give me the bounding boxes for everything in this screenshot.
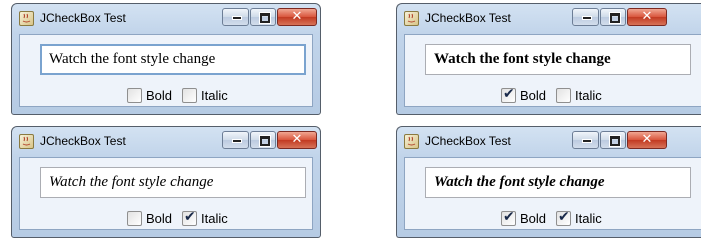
text-field[interactable]: Watch the font style change [425,167,691,198]
content-pane: Watch the font style change Bold Italic [19,34,313,107]
minimize-icon [223,132,248,148]
window-title: JCheckBox Test [425,134,511,148]
java-app-icon [19,11,34,26]
minimize-button[interactable] [222,8,249,26]
maximize-icon [601,9,625,25]
maximize-icon [251,132,275,148]
checkbox-box[interactable] [182,88,197,103]
title-bar[interactable]: JCheckBox Test ✕ [397,4,701,34]
close-button[interactable]: ✕ [277,8,317,26]
minimize-button[interactable] [222,131,249,149]
close-button[interactable]: ✕ [627,8,667,26]
checkbox-box[interactable] [127,88,142,103]
close-icon: ✕ [291,9,303,24]
checkmark-icon: ✔ [184,209,196,225]
java-app-icon [404,11,419,26]
italic-label: Italic [575,88,602,103]
bold-label: Bold [146,88,173,103]
close-button[interactable]: ✕ [277,131,317,149]
maximize-button[interactable] [600,8,626,26]
minimize-icon [573,9,598,25]
window-italic: JCheckBox Test ✕ Watch the font style ch… [11,126,321,238]
window-title: JCheckBox Test [425,11,511,25]
title-bar[interactable]: JCheckBox Test ✕ [397,127,701,157]
checkbox-box[interactable] [127,211,142,226]
minimize-icon [573,132,598,148]
text-field[interactable]: Watch the font style change [40,167,306,198]
close-icon: ✕ [641,9,653,24]
java-app-icon [19,134,34,149]
minimize-button[interactable] [572,131,599,149]
checkmark-icon: ✔ [503,86,515,102]
maximize-button[interactable] [600,131,626,149]
bold-label: Bold [520,88,547,103]
content-pane: Watch the font style change Bold ✔ Itali… [19,157,313,230]
bold-label: Bold [146,211,173,226]
checkbox-box[interactable]: ✔ [501,86,516,103]
italic-label: Italic [201,211,228,226]
italic-label: Italic [201,88,228,103]
title-bar[interactable]: JCheckBox Test ✕ [12,127,320,157]
checkbox-box[interactable]: ✔ [556,209,571,226]
java-app-icon [404,134,419,149]
close-icon: ✕ [291,132,303,147]
checkbox-box[interactable] [556,88,571,103]
window-bold-italic: JCheckBox Test ✕ Watch the font style ch… [396,126,701,238]
text-field[interactable]: Watch the font style change [40,44,306,75]
content-pane: Watch the font style change ✔ Bold ✔ Ita… [404,157,701,230]
window-title: JCheckBox Test [40,134,126,148]
maximize-icon [251,9,275,25]
checkbox-box[interactable]: ✔ [501,209,516,226]
checkbox-box[interactable]: ✔ [182,209,197,226]
checkmark-icon: ✔ [558,209,570,225]
maximize-icon [601,132,625,148]
maximize-button[interactable] [250,131,276,149]
close-button[interactable]: ✕ [627,131,667,149]
bold-label: Bold [520,211,547,226]
maximize-button[interactable] [250,8,276,26]
close-icon: ✕ [641,132,653,147]
title-bar[interactable]: JCheckBox Test ✕ [12,4,320,34]
minimize-button[interactable] [572,8,599,26]
checkmark-icon: ✔ [503,209,515,225]
window-bold: JCheckBox Test ✕ Watch the font style ch… [396,3,701,115]
minimize-icon [223,9,248,25]
window-title: JCheckBox Test [40,11,126,25]
content-pane: Watch the font style change ✔ Bold Itali… [404,34,701,107]
window-plain: JCheckBox Test ✕ Watch the font style ch… [11,3,321,115]
italic-label: Italic [575,211,602,226]
text-field[interactable]: Watch the font style change [425,44,691,75]
